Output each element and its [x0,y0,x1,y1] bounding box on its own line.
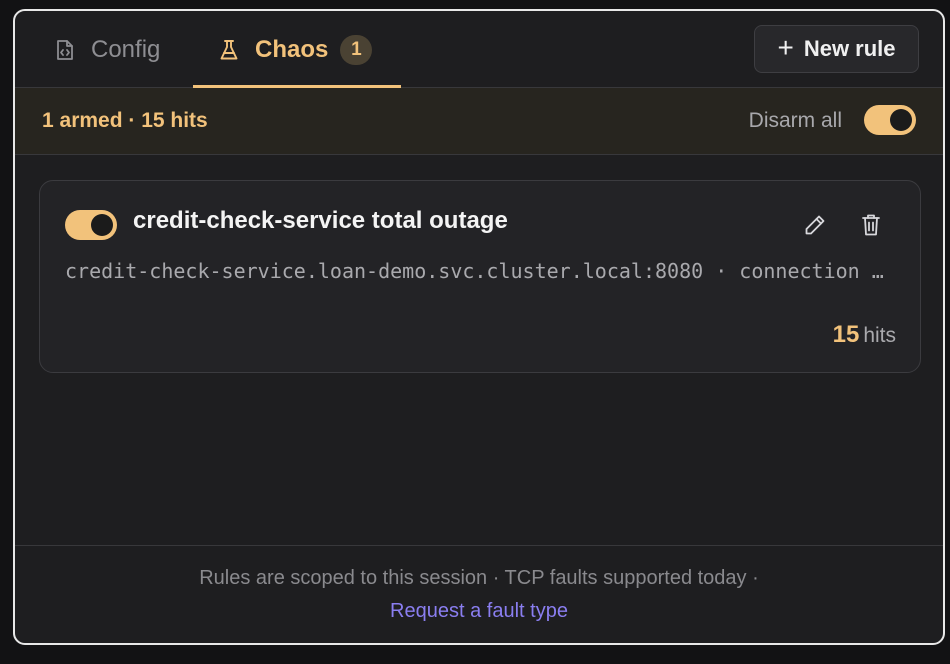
new-rule-button[interactable]: + New rule [754,25,919,73]
tab-chaos-label: Chaos [255,35,329,63]
new-rule-label: New rule [803,36,896,61]
rule-hits-count: 15 [832,321,860,348]
delete-rule-button[interactable] [857,211,885,239]
pencil-icon [805,215,825,235]
request-fault-link[interactable]: Request a fault type [15,600,943,623]
footer-note: Rules are scoped to this session · TCP f… [199,567,759,589]
toggle-knob [91,214,113,236]
disarm-all-toggle[interactable] [864,105,916,135]
file-code-icon [55,39,75,61]
toggle-knob [890,109,912,131]
rule-count-badge: 1 [340,34,373,65]
tab-config-label: Config [91,35,161,63]
tab-config[interactable]: Config [55,11,160,88]
rule-hits: 15 hits [833,321,896,349]
panel-footer: Rules are scoped to this session · TCP f… [15,545,943,643]
hit-sparkline [65,345,225,353]
rule-enabled-toggle[interactable] [65,210,117,240]
panel-header: Config Chaos 1 + New rule [15,11,943,88]
trash-icon [862,214,880,236]
disarm-all-label: Disarm all [748,109,842,132]
edit-rule-button[interactable] [801,211,829,239]
armed-status-bar: 1 armed · 15 hits Disarm all [15,88,943,155]
armed-summary: 1 armed · 15 hits [42,109,208,132]
chaos-panel: Config Chaos 1 + New rule 1 armed · 15 h… [13,9,945,645]
rule-target: credit-check-service.loan-demo.svc.clust… [65,259,889,283]
rule-hits-label: hits [863,324,896,347]
plus-icon: + [777,32,794,63]
flask-icon [219,39,239,61]
rule-title: credit-check-service total outage [133,207,508,234]
rule-card: credit-check-service total outage credit… [39,180,921,373]
tab-chaos[interactable]: Chaos 1 [193,11,401,88]
